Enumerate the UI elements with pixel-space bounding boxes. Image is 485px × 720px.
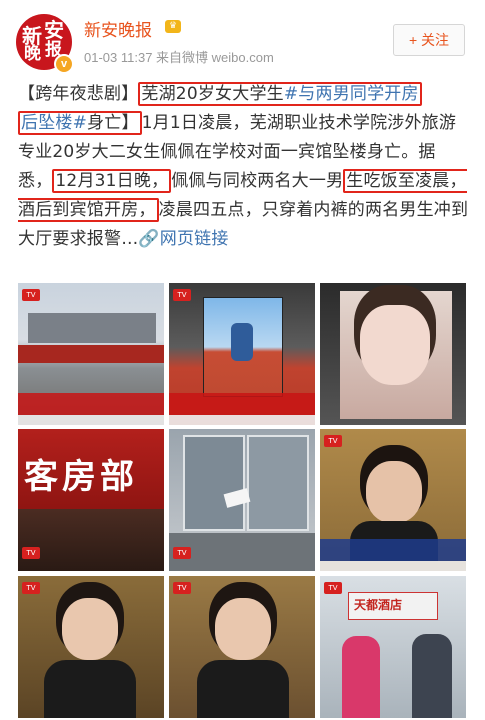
photo-grid: TV TV 客房部 TV TV TV TV TV TV 天都酒店 (18, 283, 466, 720)
avatar-char: 晚 (24, 44, 41, 64)
photo-interview-1[interactable]: TV (320, 429, 466, 571)
photo-student-sitting[interactable]: TV (169, 283, 315, 425)
caption-bar (169, 415, 315, 425)
caption-bar (18, 415, 164, 425)
tv-logo-icon: TV (22, 547, 40, 559)
topic-link[interactable]: 后坠楼# (21, 113, 87, 133)
highlight-box-3: 12月31日晚， (52, 169, 172, 193)
web-link-label: 网页链接 (159, 229, 229, 249)
photo-portrait[interactable] (320, 283, 466, 425)
post-text: 【跨年夜悲剧】 芜湖20岁女大学生#与两男同学开房 后坠楼#身亡】 1月1日凌晨，芜湖… (18, 80, 470, 254)
tv-logo-icon: TV (324, 582, 342, 594)
photo-window[interactable]: TV (169, 429, 315, 571)
highlight-box-1: 芜湖20岁女大学生#与两男同学开房 (138, 82, 422, 106)
tv-logo-icon: TV (22, 582, 40, 594)
text-segment: 12月31日晚， (55, 171, 169, 191)
tv-logo-icon: TV (173, 547, 191, 559)
photo-interview-3[interactable]: TV (169, 576, 315, 718)
text-segment: 跨年夜悲剧 (35, 84, 122, 104)
link-icon: 🔗 (138, 229, 160, 249)
tv-logo-icon: TV (173, 582, 191, 594)
verified-icon: v (54, 54, 74, 74)
text-segment: 芜湖20岁女大学生 (141, 84, 284, 104)
text-segment: 【 (18, 84, 36, 104)
avatar-char: 安 (44, 18, 64, 42)
highlight-box-2: 后坠楼#身亡】 (18, 111, 142, 135)
hotel-sign: 天都酒店 (354, 598, 403, 612)
text-segment: 】 (121, 84, 139, 104)
photo-hotel-sign[interactable]: 客房部 TV (18, 429, 164, 571)
photo-hotel-lobby[interactable]: TV 天都酒店 (320, 576, 466, 718)
post-meta: 01-03 11:37 来自微博 weibo.com (84, 50, 274, 65)
avatar-char: 新 (22, 24, 42, 48)
photo-interview-2[interactable]: TV (18, 576, 164, 718)
vip-crown-icon: ♛ (165, 20, 181, 33)
caption-bar (320, 561, 466, 571)
tv-logo-icon: TV (324, 435, 342, 447)
post-header: 新 安 晚 报 v 新安晚报 ♛ 01-03 11:37 来自微博 weibo.… (0, 0, 485, 82)
follow-button[interactable]: + 关注 (393, 24, 465, 56)
topic-link[interactable]: #与两男同学开房 (284, 84, 419, 104)
caption-bar (169, 393, 315, 415)
web-link[interactable]: 🔗网页链接 (138, 229, 228, 249)
account-name[interactable]: 新安晚报 (84, 16, 152, 41)
text-segment: 佩佩与同校两名大一男 (171, 171, 344, 191)
tv-logo-icon: TV (173, 289, 191, 301)
hotel-sign: 客房部 (24, 457, 138, 497)
text-segment: 】 (121, 113, 139, 133)
caption-bar (18, 393, 164, 415)
tv-logo-icon: TV (22, 289, 40, 301)
text-segment: 身亡 (87, 113, 122, 133)
caption-bar (320, 539, 466, 561)
photo-school-gate[interactable]: TV (18, 283, 164, 425)
